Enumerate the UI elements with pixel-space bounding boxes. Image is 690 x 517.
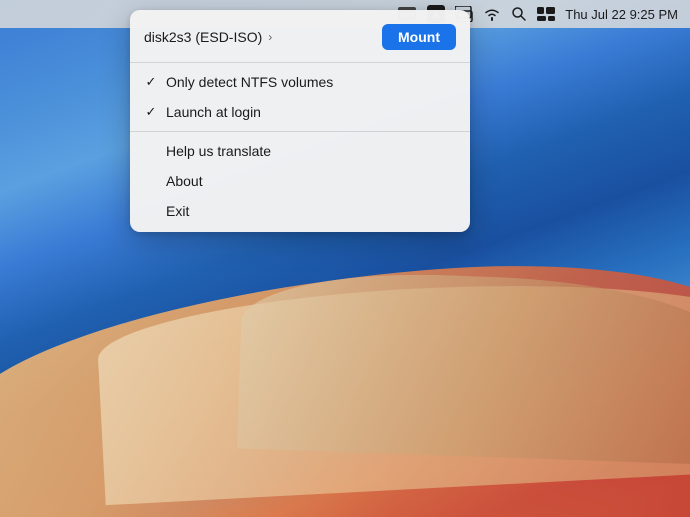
ntfs-dropdown-menu: disk2s3 (ESD-ISO) › Mount ✓ Only detect …	[130, 10, 470, 232]
disk-item[interactable]: disk2s3 (ESD-ISO) › Mount	[130, 16, 470, 58]
disk-item-left: disk2s3 (ESD-ISO) ›	[144, 29, 272, 45]
exit-item[interactable]: Exit	[130, 196, 470, 226]
chevron-right-icon: ›	[268, 30, 272, 44]
about-item[interactable]: About	[130, 166, 470, 196]
help-translate-item[interactable]: Help us translate	[130, 136, 470, 166]
wave-3	[237, 268, 690, 465]
exit-label: Exit	[166, 203, 189, 219]
launch-at-login-label: Launch at login	[166, 104, 261, 120]
search-menubar-icon[interactable]	[511, 6, 527, 22]
mount-button[interactable]: Mount	[382, 24, 456, 50]
about-label: About	[166, 173, 203, 189]
checkmark-only-detect: ✓	[144, 74, 158, 90]
launch-at-login-item[interactable]: ✓ Launch at login	[130, 97, 470, 127]
disk-label: disk2s3 (ESD-ISO)	[144, 29, 262, 45]
only-detect-ntfs-item[interactable]: ✓ Only detect NTFS volumes	[130, 67, 470, 97]
divider-2	[130, 131, 470, 132]
menubar-time[interactable]: Thu Jul 22 9:25 PM	[565, 7, 678, 22]
checkmark-launch-login: ✓	[144, 104, 158, 120]
help-translate-label: Help us translate	[166, 143, 271, 159]
wifi-menubar-icon[interactable]	[483, 7, 501, 21]
divider-1	[130, 62, 470, 63]
only-detect-label: Only detect NTFS volumes	[166, 74, 333, 90]
control-center-menubar-icon[interactable]	[537, 7, 555, 21]
